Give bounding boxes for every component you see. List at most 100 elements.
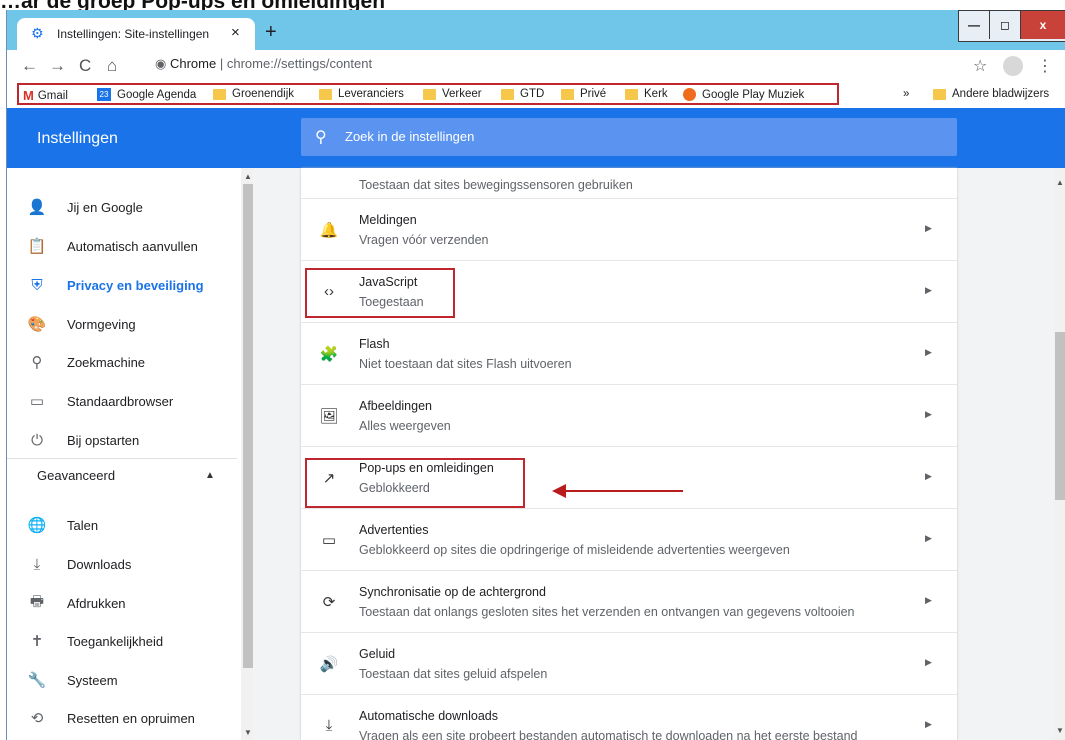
back-button[interactable]: ← — [21, 56, 38, 76]
arrow-right-icon: ▶ — [925, 471, 932, 481]
scroll-down-icon[interactable]: ▼ — [1056, 726, 1064, 735]
shield-icon: ⛨ — [31, 276, 43, 294]
wrench-icon: 🔧 — [27, 672, 47, 689]
cut-off-row-subtitle: Toestaan dat sites bewegingssensoren geb… — [359, 178, 633, 192]
sidebar-item-downloads[interactable]: ⤓ Downloads — [7, 545, 237, 583]
site-settings-card: Toestaan dat sites bewegingssensoren geb… — [301, 168, 957, 740]
close-window-button[interactable]: x — [1021, 11, 1065, 39]
main-scrollbar-thumb[interactable] — [1055, 332, 1065, 500]
search-icon: ⚲ — [315, 129, 327, 146]
bookmark-prive[interactable]: Privé — [561, 88, 606, 100]
gear-icon: ⚙ — [31, 25, 44, 41]
bookmarks-overflow-button[interactable]: » — [903, 88, 909, 100]
bookmark-kerk[interactable]: Kerk — [625, 88, 668, 100]
page-title: Instellingen — [37, 130, 118, 147]
bookmark-verkeer[interactable]: Verkeer — [423, 88, 482, 100]
sync-icon: ⟳ — [322, 594, 336, 611]
forward-button[interactable]: → — [49, 56, 66, 76]
bookmark-star-icon[interactable]: ☆ — [973, 56, 987, 76]
download-icon: ⤓ — [33, 555, 41, 573]
address-bar[interactable]: ◉ Chrome | chrome://settings/content — [155, 56, 372, 72]
row-synchronisatie[interactable]: ⟳ Synchronisatie op de achtergrond Toest… — [301, 570, 957, 633]
play-music-icon — [683, 88, 696, 101]
row-afbeeldingen[interactable]: 🖼 Afbeeldingen Alles weergeven ▶ — [301, 384, 957, 447]
scroll-up-icon[interactable]: ▲ — [1056, 178, 1064, 187]
bookmarks-bar: M Gmail 23 Google Agenda Groenendijk Lever… — [7, 82, 1065, 109]
minimize-button[interactable]: — — [959, 11, 990, 39]
palette-icon: 🎨 — [27, 316, 47, 333]
image-icon: 🖼 — [319, 408, 339, 425]
history-icon: ⟲ — [30, 710, 44, 727]
search-placeholder: Zoek in de instellingen — [345, 129, 475, 144]
arrow-right-icon: ▶ — [925, 285, 932, 295]
window-controls: — ◻ x — [958, 10, 1065, 42]
sidebar-item-afdrukken[interactable]: 🖶 Afdrukken — [7, 584, 237, 622]
sidebar-item-zoekmachine[interactable]: ⚲ Zoekmachine — [7, 343, 237, 381]
row-meldingen[interactable]: 🔔 Meldingen Vragen vóór verzenden ▶ — [301, 198, 957, 261]
sidebar-divider — [7, 458, 237, 459]
globe-icon: 🌐 — [27, 517, 47, 534]
download-icon: ⤓ — [325, 717, 333, 734]
bookmark-gtd[interactable]: GTD — [501, 88, 544, 100]
home-button[interactable]: ⌂ — [107, 56, 117, 76]
arrow-right-icon: ▶ — [925, 719, 932, 729]
folder-icon — [319, 88, 332, 100]
url-separator: | — [219, 56, 224, 71]
bookmark-gmail[interactable]: M Gmail — [23, 88, 68, 103]
sidebar-item-automatisch-aanvullen[interactable]: 📋 Automatisch aanvullen — [7, 227, 237, 265]
arrow-right-icon: ▶ — [925, 223, 932, 233]
row-flash[interactable]: 🧩 Flash Niet toestaan dat sites Flash ui… — [301, 322, 957, 385]
folder-icon — [933, 88, 946, 100]
bell-icon: 🔔 — [319, 222, 339, 239]
chrome-icon: ◉ — [155, 56, 167, 71]
volume-icon: 🔊 — [319, 656, 339, 673]
reload-button[interactable]: C — [79, 56, 91, 76]
power-icon: ⏻ — [31, 431, 43, 449]
sidebar-item-vormgeving[interactable]: 🎨 Vormgeving — [7, 305, 237, 343]
close-tab-icon[interactable]: × — [231, 24, 240, 41]
arrow-right-icon: ▶ — [925, 347, 932, 357]
site-name: Chrome — [169, 56, 217, 71]
bookmark-leveranciers[interactable]: Leveranciers — [319, 88, 404, 100]
sidebar-item-talen[interactable]: 🌐 Talen — [7, 506, 237, 544]
tab-settings[interactable]: ⚙ Instellingen: Site-instellingen × — [17, 18, 255, 50]
caret-up-icon[interactable]: ▲ — [205, 470, 215, 481]
sidebar-item-systeem[interactable]: 🔧 Systeem — [7, 661, 237, 699]
toolbar: ← → C ⌂ ◉ Chrome | chrome://settings/con… — [7, 50, 1065, 82]
sidebar-scrollbar-thumb[interactable] — [243, 184, 253, 668]
folder-icon — [423, 88, 436, 100]
calendar-icon: 23 — [97, 88, 111, 101]
row-geluid[interactable]: 🔊 Geluid Toestaan dat sites geluid afspe… — [301, 632, 957, 695]
bookmark-other[interactable]: Andere bladwijzers — [933, 88, 1049, 100]
puzzle-icon: 🧩 — [319, 346, 339, 363]
scroll-down-icon[interactable]: ▼ — [244, 728, 252, 737]
folder-icon — [625, 88, 638, 100]
person-icon: 👤 — [27, 199, 47, 216]
bookmark-groenendijk[interactable]: Groenendijk — [213, 88, 294, 100]
bookmark-google-play-muziek[interactable]: Google Play Muziek — [683, 88, 804, 101]
clipboard-icon: 📋 — [27, 238, 47, 255]
sidebar-item-standaardbrowser[interactable]: ▭ Standaardbrowser — [7, 382, 237, 420]
bookmark-google-agenda[interactable]: 23 Google Agenda — [97, 88, 196, 101]
menu-icon[interactable]: ⋮ — [1037, 56, 1053, 76]
annotation-box-javascript — [305, 268, 455, 318]
sidebar-item-privacy[interactable]: ⛨ Privacy en beveiliging — [7, 266, 237, 304]
browser-icon: ▭ — [29, 393, 45, 410]
accessibility-icon: ✝ — [30, 633, 44, 650]
sidebar-item-bij-opstarten[interactable]: ⏻ Bij opstarten — [7, 421, 237, 459]
search-input[interactable]: ⚲ Zoek in de instellingen — [301, 118, 957, 156]
sidebar-item-toegankelijkheid[interactable]: ✝ Toegankelijkheid — [7, 622, 237, 660]
gmail-icon: M — [23, 88, 34, 103]
row-automatische-downloads[interactable]: ⤓ Automatische downloads Vragen als een … — [301, 694, 957, 740]
row-advertenties[interactable]: ▭ Advertenties Geblokkeerd op sites die … — [301, 508, 957, 571]
sidebar-advanced-toggle[interactable]: Geavanceerd — [37, 468, 115, 483]
title-bar: ⚙ Instellingen: Site-instellingen × + — … — [7, 10, 1065, 50]
scroll-up-icon[interactable]: ▲ — [244, 172, 252, 181]
new-tab-button[interactable]: + — [265, 22, 277, 42]
maximize-button[interactable]: ◻ — [990, 11, 1021, 39]
avatar[interactable] — [1003, 56, 1023, 76]
printer-icon: 🖶 — [29, 592, 45, 610]
sidebar-item-resetten[interactable]: ⟲ Resetten en opruimen — [7, 699, 237, 737]
tab-title: Instellingen: Site-instellingen — [57, 27, 210, 41]
sidebar-item-jij-en-google[interactable]: 👤 Jij en Google — [7, 188, 237, 226]
